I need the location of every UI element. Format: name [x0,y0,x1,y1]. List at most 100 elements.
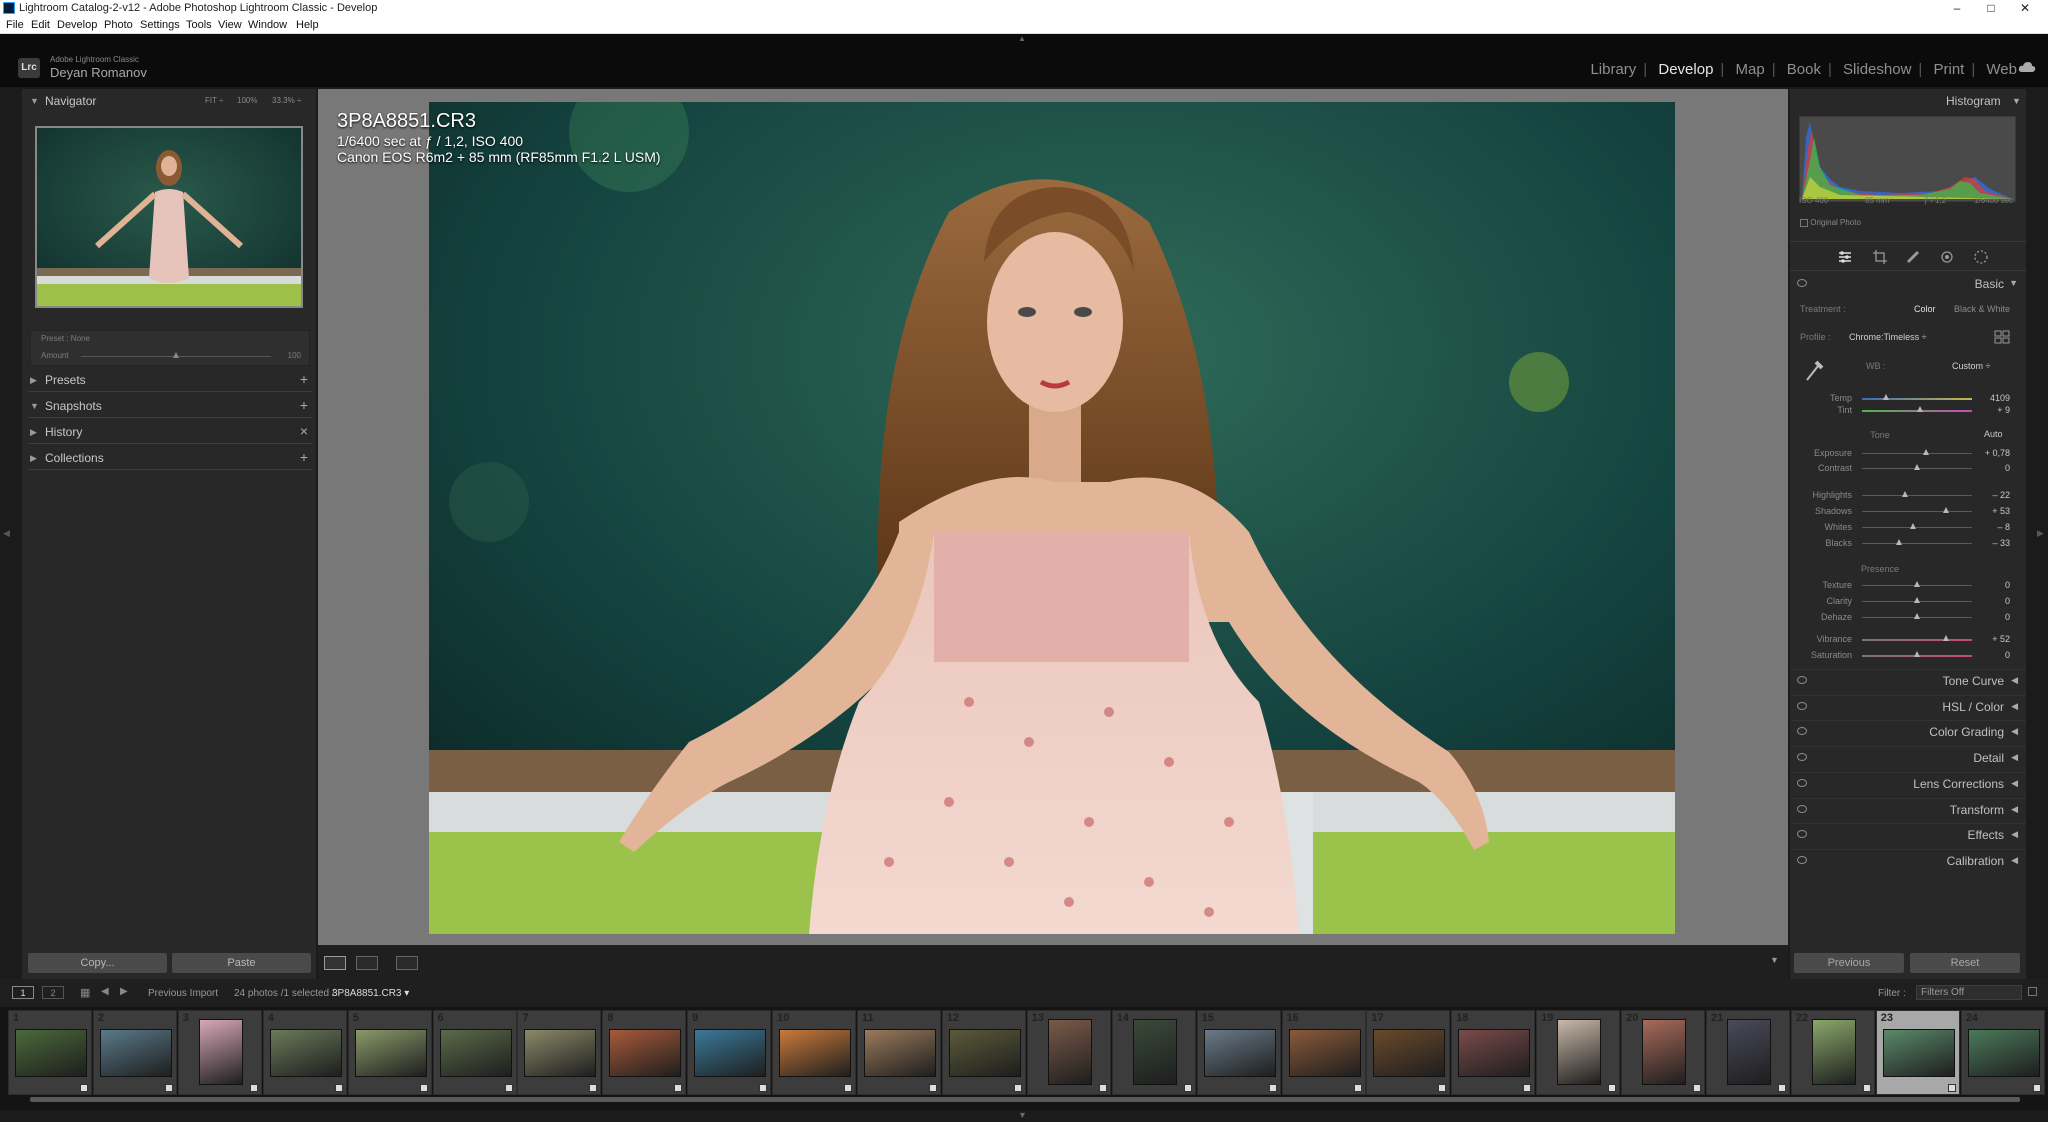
filmstrip-thumb[interactable]: 4 [262,1010,347,1095]
menu-edit[interactable]: Edit [31,19,50,31]
filter-dropdown[interactable]: Filters Off [1916,985,2022,1000]
back-arrow-icon[interactable]: ◀ [101,986,109,997]
monitor-1-button[interactable]: 1 [12,986,34,999]
right-panel-toggle-icon[interactable]: ▶ [2037,528,2044,539]
profile-dropdown[interactable]: Chrome:Timeless ÷ [1849,332,1927,342]
slider-shadows[interactable]: Shadows + 53 [1790,504,2026,518]
slider-track[interactable] [1862,543,1972,544]
module-slideshow[interactable]: Slideshow [1838,61,1916,78]
slider-track[interactable] [1862,639,1972,641]
filmstrip-thumb[interactable]: 5 [347,1010,432,1095]
toolbar-menu-icon[interactable]: ▼ [1770,955,1779,965]
eye-icon[interactable] [1797,701,1807,710]
history-header[interactable]: ▶ History × [22,420,316,444]
collapse-bottom-icon[interactable]: ▼ [1018,1110,1027,1120]
slider-thumb[interactable] [1901,491,1908,497]
slider-blacks[interactable]: Blacks – 33 [1790,536,2026,550]
grid-view-icon[interactable]: ▦ [80,986,90,999]
eye-icon[interactable] [1797,727,1807,736]
slider-vibrance[interactable]: Vibrance + 52 [1790,632,2026,646]
module-library[interactable]: Library [1585,61,1641,78]
clear-history-icon[interactable]: × [300,423,308,439]
filmstrip-thumb[interactable]: 22 [1790,1010,1875,1095]
filmstrip-thumb[interactable]: 14 [1111,1010,1196,1095]
crop-icon[interactable] [1873,250,1887,264]
slider-value[interactable]: + 53 [1992,506,2010,516]
filmstrip-thumb[interactable]: 15 [1196,1010,1281,1095]
eye-icon[interactable] [1797,753,1807,762]
eye-icon[interactable] [1797,830,1807,839]
eye-icon[interactable] [1797,778,1807,787]
filmstrip-thumb[interactable]: 9 [687,1010,772,1095]
section-hsl-color[interactable]: HSL / Color ◀ [1790,694,2026,717]
checkbox[interactable] [1800,218,1808,227]
filmstrip-source[interactable]: Previous Import [148,988,218,999]
slider-value[interactable]: 0 [2005,596,2010,606]
menu-photo[interactable]: Photo [104,19,133,31]
slider-thumb[interactable] [1917,406,1924,412]
close-button[interactable]: ✕ [2002,0,2048,17]
slider-track[interactable] [1862,495,1972,496]
slider-value[interactable]: – 22 [1992,490,2010,500]
presets-header[interactable]: ▶ Presets + [22,368,316,392]
filmstrip-thumb[interactable]: 12 [941,1010,1026,1095]
slider-value[interactable]: 0 [2005,463,2010,473]
slider-thumb[interactable] [1942,507,1949,513]
treatment-color[interactable]: Color [1914,304,1936,314]
slider-track[interactable] [1862,527,1972,528]
filmstrip-thumb[interactable]: 17 [1366,1010,1451,1095]
slider-value[interactable]: 0 [2005,612,2010,622]
slider-whites[interactable]: Whites – 8 [1790,520,2026,534]
collections-header[interactable]: ▶ Collections + [22,446,316,470]
filmstrip-thumb[interactable]: 19 [1536,1010,1621,1095]
eye-icon[interactable] [1797,804,1807,813]
slider-value[interactable]: + 9 [1997,405,2010,415]
section-effects[interactable]: Effects ◀ [1790,823,2026,845]
reset-button[interactable]: Reset [1910,953,2020,973]
section-detail[interactable]: Detail ◀ [1790,746,2026,768]
slider-value[interactable]: + 0,78 [1985,448,2010,458]
menu-develop[interactable]: Develop [57,19,97,31]
zoom-fit[interactable]: FIT ÷ [205,96,223,105]
menu-help[interactable]: Help [296,19,319,31]
section-tone-curve[interactable]: Tone Curve ◀ [1790,669,2026,691]
filmstrip-thumb[interactable]: 2 [92,1010,177,1095]
slider-thumb[interactable] [1914,597,1920,603]
edit-sliders-icon[interactable] [1838,250,1852,264]
healing-brush-icon[interactable] [1906,250,1920,264]
menu-tools[interactable]: Tools [186,19,212,31]
filmstrip-thumb[interactable]: 16 [1281,1010,1366,1095]
original-photo-toggle[interactable]: Original Photo [1800,218,1861,227]
section-calibration[interactable]: Calibration ◀ [1790,848,2026,871]
filmstrip-thumb[interactable]: 6 [432,1010,517,1095]
eye-icon[interactable] [1797,855,1807,864]
wb-dropdown[interactable]: Custom ÷ [1952,361,1990,371]
slider-value[interactable]: – 33 [1992,538,2010,548]
module-book[interactable]: Book [1782,61,1826,78]
filmstrip-scrollbar[interactable] [30,1097,2020,1102]
slider-thumb[interactable] [1922,449,1929,455]
slider-value[interactable]: 0 [2005,650,2010,660]
filmstrip-thumb[interactable]: 1 [8,1010,92,1095]
slider-track[interactable] [1862,511,1972,512]
before-after-split-icon[interactable] [396,956,418,970]
eye-icon[interactable] [1797,279,1807,287]
red-eye-icon[interactable] [1940,250,1954,264]
forward-arrow-icon[interactable]: ▶ [120,986,128,997]
zoom-100[interactable]: 100% [237,96,257,105]
slider-value[interactable]: – 8 [1997,522,2010,532]
collapse-top-icon[interactable]: ▲ [1018,34,1026,43]
navigator-header[interactable]: ▼ Navigator FIT ÷ 100% 33.3% ÷ [22,89,316,113]
slider-thumb[interactable] [1914,581,1920,587]
filmstrip-thumb[interactable]: 20 [1621,1010,1706,1095]
before-after-view-icon[interactable] [356,956,378,970]
slider-value[interactable]: 4109 [1990,393,2010,403]
profile-browser-icon[interactable] [1994,330,2010,344]
menu-file[interactable]: File [6,19,24,31]
snapshots-header[interactable]: ▼ Snapshots + [22,394,316,418]
monitor-2-button[interactable]: 2 [42,986,64,999]
treatment-bw[interactable]: Black & White [1954,304,2010,314]
section-color-grading[interactable]: Color Grading ◀ [1790,720,2026,742]
menu-window[interactable]: Window [248,19,287,31]
add-preset-icon[interactable]: + [300,371,308,387]
